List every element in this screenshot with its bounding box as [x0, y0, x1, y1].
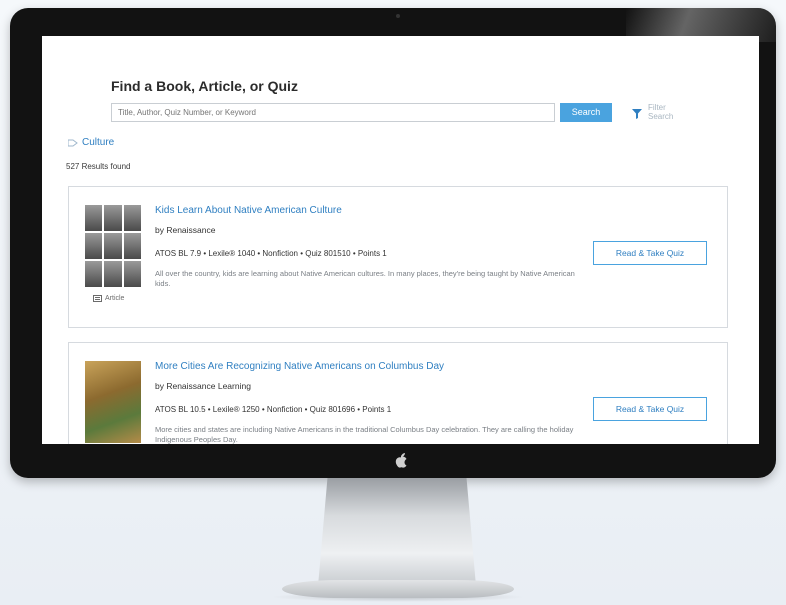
- article-thumbnail[interactable]: [85, 361, 141, 443]
- filter-icon: [632, 109, 642, 119]
- tag-icon: [68, 139, 78, 146]
- filter-search-button[interactable]: Filter Search: [632, 103, 673, 121]
- camera: [396, 14, 400, 18]
- item-title-link[interactable]: More Cities Are Recognizing Native Ameri…: [155, 361, 444, 372]
- item-description: More cities and states are including Nat…: [155, 425, 574, 444]
- read-take-quiz-button[interactable]: Read & Take Quiz: [593, 241, 707, 265]
- read-take-quiz-button[interactable]: Read & Take Quiz: [593, 397, 707, 421]
- filter-label: Filter Search: [648, 103, 674, 121]
- item-title-link[interactable]: Kids Learn About Native American Culture: [155, 205, 342, 216]
- monitor-base: [282, 580, 514, 598]
- search-input[interactable]: [111, 103, 555, 122]
- page-title: Find a Book, Article, or Quiz: [111, 78, 298, 94]
- apple-logo-icon: [392, 452, 410, 472]
- item-author: by Renaissance: [155, 225, 216, 235]
- result-card: Article Kids Learn About Native American…: [68, 186, 728, 328]
- item-type: Article: [93, 295, 124, 302]
- item-meta: ATOS BL 7.9 • Lexile® 1040 • Nonfiction …: [155, 249, 387, 258]
- results-count: 527 Results found: [66, 162, 131, 171]
- article-icon: [93, 295, 102, 302]
- item-description: All over the country, kids are learning …: [155, 269, 575, 288]
- topic-label: Culture: [82, 137, 115, 148]
- browser-screen: Find a Book, Article, or Quiz Search Fil…: [42, 36, 759, 444]
- item-meta: ATOS BL 10.5 • Lexile® 1250 • Nonfiction…: [155, 405, 392, 414]
- search-button[interactable]: Search: [560, 103, 612, 122]
- topic-tag[interactable]: Culture: [68, 137, 114, 148]
- article-thumbnail[interactable]: [85, 205, 141, 287]
- result-card: More Cities Are Recognizing Native Ameri…: [68, 342, 728, 444]
- item-author: by Renaissance Learning: [155, 381, 251, 391]
- monitor-stand: [318, 478, 476, 586]
